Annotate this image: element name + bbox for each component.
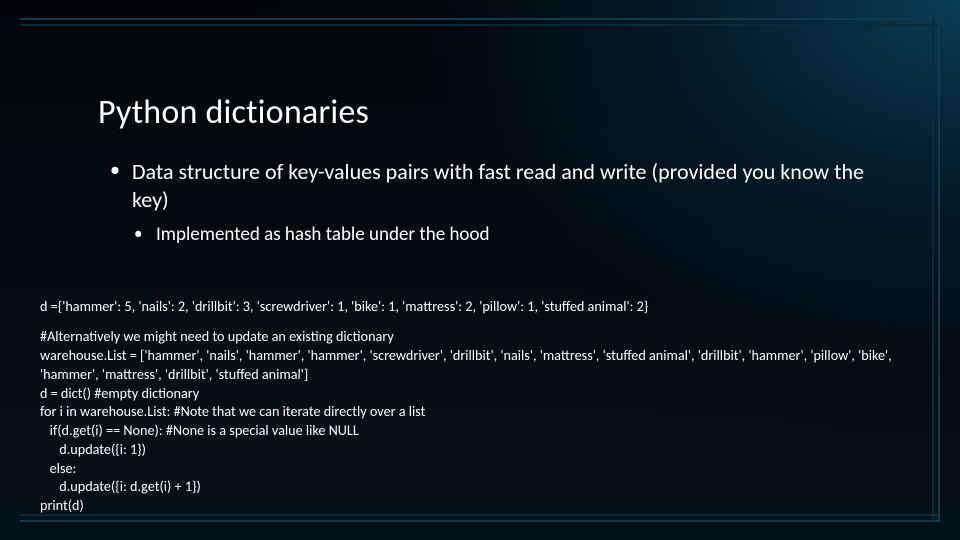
code-line: else:	[40, 459, 76, 477]
code-line: for i in warehouse.List: #Note that we c…	[40, 402, 425, 420]
bullet-level2: Implemented as hash table under the hood	[134, 223, 900, 248]
slide: Python dictionaries Data structure of ke…	[0, 0, 960, 540]
code-line: d = dict() #empty dictionary	[40, 384, 199, 402]
bullet-list: Data structure of key-values pairs with …	[110, 158, 900, 248]
frame-top-inner	[20, 24, 940, 26]
frame-right	[938, 18, 940, 522]
slide-title: Python dictionaries	[98, 92, 369, 133]
code-line: #Alternatively we might need to update a…	[40, 327, 394, 345]
code-line: d ={'hammer': 5, 'nails': 2, 'drillbit':…	[40, 297, 648, 315]
code-block: d ={'hammer': 5, 'nails': 2, 'drillbit':…	[40, 278, 920, 515]
frame-bottom	[20, 520, 940, 522]
code-line: warehouse.List = ['hammer', 'nails', 'ha…	[40, 346, 895, 383]
frame-right-inner	[932, 18, 934, 522]
code-line: d.update({i: d.get(i) + 1})	[40, 477, 201, 495]
bullet-level1: Data structure of key-values pairs with …	[110, 158, 900, 213]
frame-top	[20, 18, 940, 20]
code-line: if(d.get(i) == None): #None is a special…	[40, 421, 359, 439]
code-line: print(d)	[40, 496, 84, 514]
code-line: d.update({i: 1})	[40, 440, 146, 458]
